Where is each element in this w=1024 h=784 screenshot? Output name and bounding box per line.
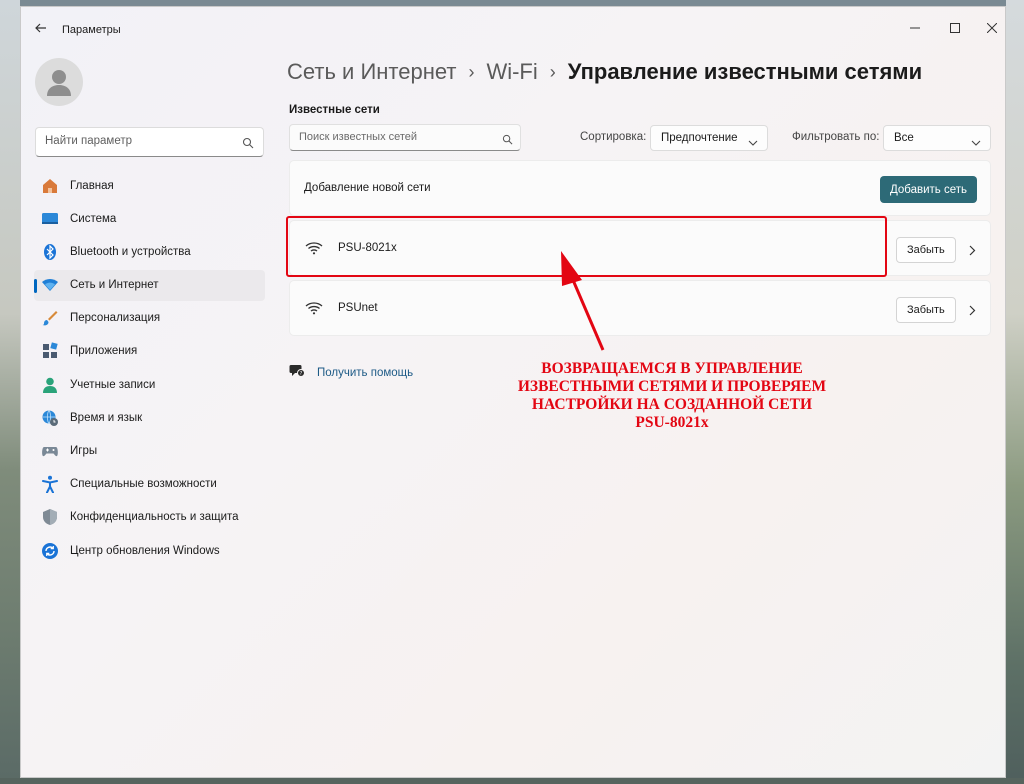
- desktop-wallpaper-bottom: [0, 778, 1024, 784]
- desktop-wallpaper-left: [0, 0, 20, 784]
- annotation-line-1: ВОЗВРАЩАЕМСЯ В УПРАВЛЕНИЕ: [541, 360, 803, 377]
- annotation-line-3: НАСТРОЙКИ НА СОЗДАННОЙ СЕТИ: [531, 396, 813, 413]
- annotation-line-2: ИЗВЕСТНЫМИ СЕТЯМИ И ПРОВЕРЯЕМ: [517, 378, 827, 395]
- annotation-line-4: PSU-8021x: [635, 414, 709, 431]
- annotation-text: ВОЗВРАЩАЕМСЯ В УПРАВЛЕНИЕ ИЗВЕСТНЫМИ СЕТ…: [512, 360, 832, 432]
- settings-window: Параметры Найти параметр Главная Система…: [20, 6, 1006, 778]
- desktop-wallpaper-right: [1006, 0, 1024, 784]
